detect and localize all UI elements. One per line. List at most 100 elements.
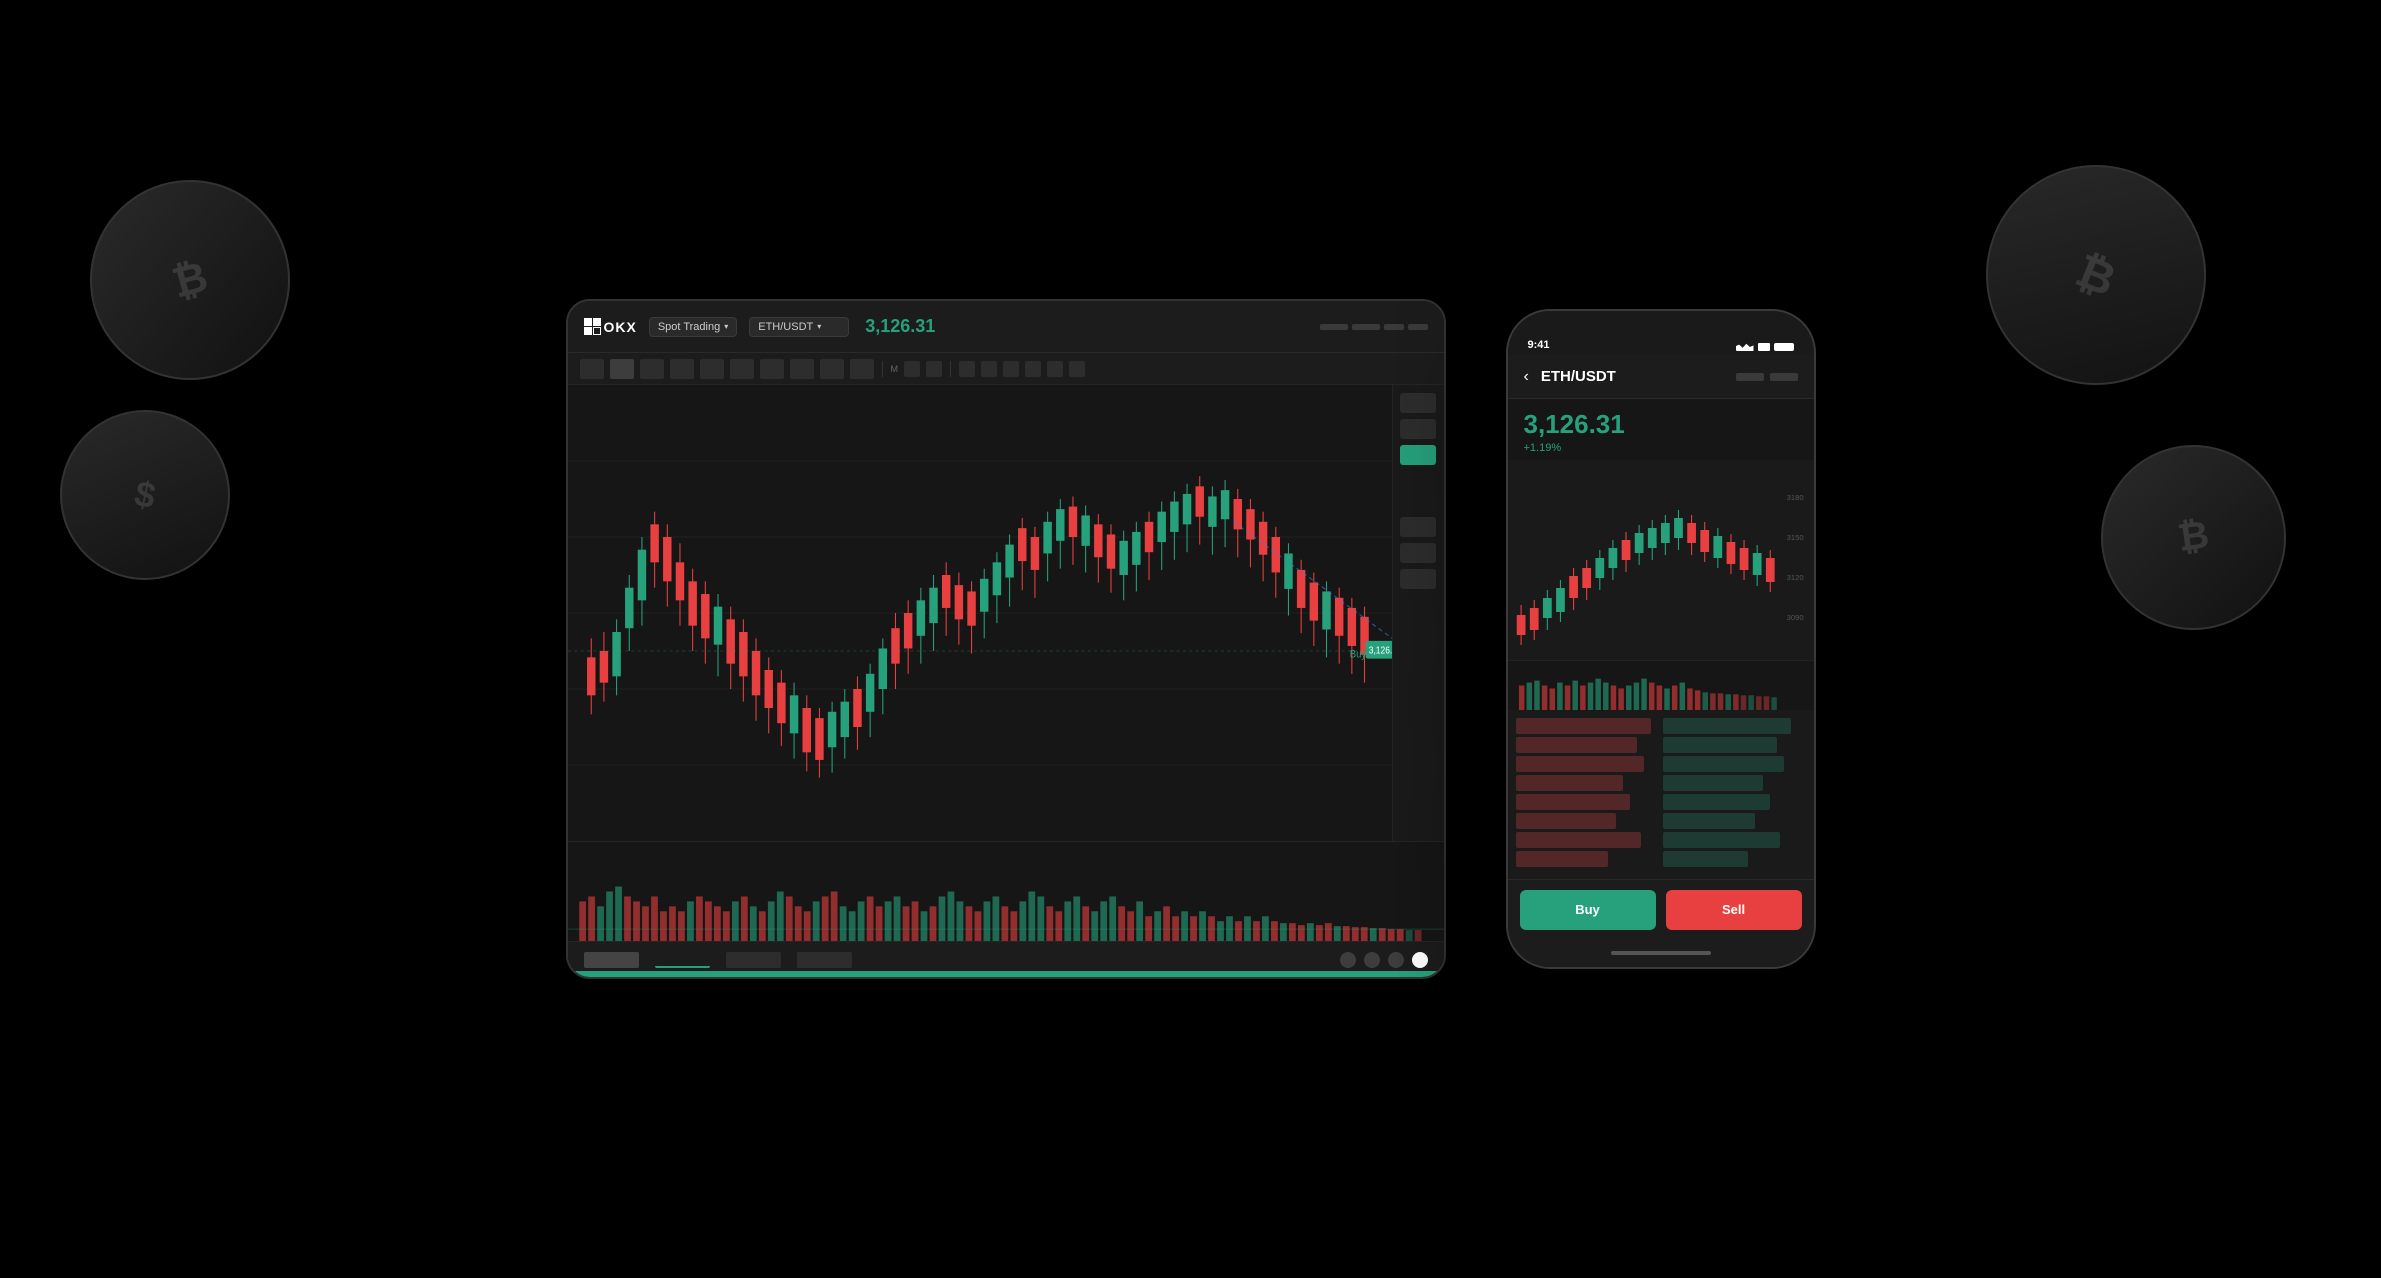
sidebar-btn-buy[interactable] — [1400, 445, 1436, 465]
phone-volume-svg — [1508, 661, 1814, 710]
wifi-icon — [1758, 343, 1770, 351]
sell-button[interactable]: Sell — [1666, 890, 1802, 930]
tab-4[interactable] — [797, 952, 852, 968]
tab-2[interactable] — [655, 952, 710, 968]
tablet-topbar: OKX Spot Trading ▾ ETH/USDT ▾ 3,126.31 — [568, 301, 1444, 353]
toolbar-btn-10[interactable] — [850, 359, 874, 379]
home-bar — [1611, 951, 1711, 955]
phone-volume — [1508, 660, 1814, 710]
svg-text:3150: 3150 — [1786, 533, 1803, 542]
phone-chart: 3180 3150 3120 3090 — [1508, 460, 1814, 660]
toolbar-btn-4[interactable] — [670, 359, 694, 379]
phone-header-actions — [1736, 373, 1798, 381]
phone-orderbook — [1508, 710, 1814, 879]
toolbar-btn-9[interactable] — [820, 359, 844, 379]
volume-svg — [568, 842, 1444, 941]
okx-text: OKX — [604, 319, 637, 335]
tablet-device: OKX Spot Trading ▾ ETH/USDT ▾ 3,126.31 — [566, 299, 1446, 979]
btc-coin-topleft: ₿ — [68, 158, 313, 403]
toolbar-icon-4[interactable] — [981, 361, 997, 377]
sidebar-btn-2[interactable] — [1400, 419, 1436, 439]
status-icons — [1736, 343, 1794, 351]
svg-text:3090: 3090 — [1786, 613, 1803, 622]
pagination — [1340, 952, 1428, 968]
phone-header-btn-1[interactable] — [1736, 373, 1764, 381]
home-indicator — [1508, 939, 1814, 967]
toolbar-icon-6[interactable] — [1025, 361, 1041, 377]
sidebar-btn-5[interactable] — [1400, 543, 1436, 563]
toolbar-btn-7[interactable] — [760, 359, 784, 379]
ob-buy-6 — [1663, 813, 1756, 829]
phone-price-section: 3,126.31 +1.19% — [1508, 399, 1814, 460]
ob-sell-5 — [1516, 794, 1630, 810]
bottom-tabs — [584, 952, 852, 968]
toolbar-btn-1[interactable] — [580, 359, 604, 379]
signal-icon — [1736, 343, 1754, 351]
phone-chart-svg: 3180 3150 3120 3090 — [1508, 460, 1814, 660]
chart-main: Buy 3,126.31 — [568, 385, 1392, 841]
chart-toolbar: M — [568, 353, 1444, 385]
toolbar-text-1: M — [891, 364, 899, 374]
sidebar-btn-4[interactable] — [1400, 517, 1436, 537]
svg-text:3120: 3120 — [1786, 573, 1803, 582]
sidebar-btn-1[interactable] — [1400, 393, 1436, 413]
back-arrow-icon[interactable]: ‹ — [1524, 368, 1529, 386]
battery-icon — [1774, 343, 1794, 351]
svg-text:Buy: Buy — [1349, 649, 1366, 661]
ob-buy-5 — [1663, 794, 1770, 810]
btc-coin-bottomright: ₿ — [2089, 433, 2298, 642]
chart-area: Buy 3,126.31 — [568, 385, 1444, 841]
ob-buy-4 — [1663, 775, 1763, 791]
chart-sidebar — [1392, 385, 1444, 841]
pair-dropdown[interactable]: ETH/USDT ▾ — [749, 317, 849, 337]
toolbar-btn-6[interactable] — [730, 359, 754, 379]
toolbar-btn-3[interactable] — [640, 359, 664, 379]
ob-sell-8 — [1516, 851, 1609, 867]
ob-sell-col — [1516, 718, 1659, 875]
phone-action-buttons: Buy Sell — [1508, 879, 1814, 939]
tab-3[interactable] — [726, 952, 781, 968]
tablet-price: 3,126.31 — [865, 316, 935, 337]
spot-trading-dropdown[interactable]: Spot Trading ▾ — [649, 317, 737, 337]
main-scene: OKX Spot Trading ▾ ETH/USDT ▾ 3,126.31 — [291, 189, 2091, 1089]
green-bottom-bar — [568, 971, 1444, 977]
phone-pair-label: ETH/USDT — [1541, 368, 1616, 385]
ob-buy-8 — [1663, 851, 1749, 867]
buy-button[interactable]: Buy — [1520, 890, 1656, 930]
ob-buy-2 — [1663, 737, 1777, 753]
candlestick-chart: Buy 3,126.31 — [568, 385, 1392, 841]
ob-sell-3 — [1516, 756, 1645, 772]
toolbar-separator-2 — [950, 361, 951, 377]
toolbar-btn-8[interactable] — [790, 359, 814, 379]
toolbar-btn-5[interactable] — [700, 359, 724, 379]
page-dot-2 — [1364, 952, 1380, 968]
phone-header-btn-2[interactable] — [1770, 373, 1798, 381]
toolbar-separator — [882, 361, 883, 377]
dollar-coin-left: $ — [44, 394, 246, 596]
ob-sell-4 — [1516, 775, 1623, 791]
volume-chart — [568, 841, 1444, 941]
phone-notch — [1591, 311, 1731, 339]
ob-sell-2 — [1516, 737, 1638, 753]
svg-text:3,126.31: 3,126.31 — [1368, 645, 1391, 656]
toolbar-icon-2[interactable] — [926, 361, 942, 377]
toolbar-btn-2[interactable] — [610, 359, 634, 379]
ob-buy-col — [1663, 718, 1806, 875]
tab-1[interactable] — [584, 952, 639, 968]
toolbar-icon-1[interactable] — [904, 361, 920, 377]
toolbar-icon-7[interactable] — [1047, 361, 1063, 377]
phone-price: 3,126.31 — [1524, 409, 1798, 440]
ob-buy-1 — [1663, 718, 1792, 734]
toolbar-icon-5[interactable] — [1003, 361, 1019, 377]
toolbar-icon-3[interactable] — [959, 361, 975, 377]
svg-text:3180: 3180 — [1786, 493, 1803, 502]
phone-device: 9:41 ‹ ETH/USDT 3,126.31 +1.19% — [1506, 309, 1816, 969]
phone-price-change: +1.19% — [1524, 442, 1798, 454]
ob-sell-1 — [1516, 718, 1652, 734]
status-time: 9:41 — [1528, 339, 1550, 351]
sidebar-btn-6[interactable] — [1400, 569, 1436, 589]
ob-sell-6 — [1516, 813, 1616, 829]
ob-buy-3 — [1663, 756, 1785, 772]
toolbar-icon-8[interactable] — [1069, 361, 1085, 377]
page-dot-1 — [1340, 952, 1356, 968]
